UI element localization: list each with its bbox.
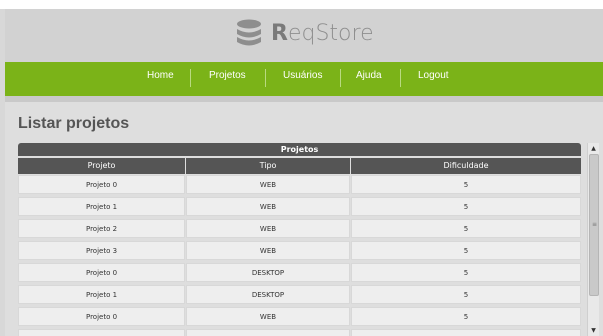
logo[interactable]: ReqStore xyxy=(233,17,374,49)
cell-tipo: WEB xyxy=(186,175,350,194)
table-row[interactable]: Projeto 1 WEB 5 xyxy=(18,197,581,216)
cell-projeto: Projeto 3 xyxy=(18,241,185,260)
cell-dificuldade: 5 xyxy=(351,175,581,194)
table-row[interactable]: Projeto 0 DESKTOP 5 xyxy=(18,263,581,282)
nav-separator xyxy=(340,69,341,87)
cell-dificuldade: 5 xyxy=(351,219,581,238)
nav-separator xyxy=(400,69,401,87)
cell-tipo: DESKTOP xyxy=(186,263,350,282)
cell-dificuldade: 5 xyxy=(351,197,581,216)
table-row[interactable]: Projeto 2 WEB 5 xyxy=(18,219,581,238)
main-content: Listar projetos Projetos Projeto Tipo Di… xyxy=(5,102,603,336)
cell-tipo: WEB xyxy=(186,219,350,238)
main-nav: Home Projetos Usuários Ajuda Logout xyxy=(5,62,603,97)
cell-tipo: WEB xyxy=(186,307,350,326)
nav-usuarios[interactable]: Usuários xyxy=(283,62,322,96)
table-row[interactable]: Projeto 0 WEB 5 xyxy=(18,175,581,194)
cell-projeto: Projeto 0 xyxy=(18,175,185,194)
cell-dificuldade: 5 xyxy=(351,263,581,282)
cell-dificuldade: 5 xyxy=(351,307,581,326)
column-header-dificuldade[interactable]: Dificuldade xyxy=(351,158,581,174)
nav-projetos[interactable]: Projetos xyxy=(209,62,246,96)
cell-tipo: DESKTOP xyxy=(186,285,350,304)
header: ReqStore xyxy=(5,9,603,62)
table-caption: Projetos xyxy=(18,143,581,156)
cell-tipo: WEB xyxy=(186,241,350,260)
cell-dificuldade: 5 xyxy=(351,285,581,304)
table-row[interactable]: Projeto 3 WEB 5 xyxy=(18,241,581,260)
cell-projeto: Projeto 0 xyxy=(18,307,185,326)
column-header-projeto[interactable]: Projeto xyxy=(18,158,185,174)
cell-dificuldade: 5 xyxy=(351,241,581,260)
cell-projeto xyxy=(18,329,185,336)
table-header-row: Projeto Tipo Dificuldade xyxy=(18,158,581,174)
logo-text: ReqStore xyxy=(271,21,374,46)
nav-separator xyxy=(190,69,191,87)
scrollbar-thumb[interactable]: ≡ xyxy=(589,154,599,296)
nav-home[interactable]: Home xyxy=(147,62,174,96)
projects-table: Projetos Projeto Tipo Dificuldade Projet… xyxy=(18,143,581,336)
table-row[interactable]: Projeto 1 DESKTOP 5 xyxy=(18,285,581,304)
scroll-down-icon[interactable]: ▼ xyxy=(588,325,599,336)
nav-ajuda[interactable]: Ajuda xyxy=(356,62,382,96)
logo-word: eqStore xyxy=(287,20,374,46)
cell-projeto: Projeto 2 xyxy=(18,219,185,238)
grip-icon: ≡ xyxy=(592,221,598,228)
cell-dificuldade xyxy=(351,329,581,336)
logo-letter: R xyxy=(271,20,288,46)
nav-logout[interactable]: Logout xyxy=(418,62,449,96)
table-row[interactable] xyxy=(18,329,581,336)
page-title: Listar projetos xyxy=(18,115,130,132)
database-icon xyxy=(237,19,261,46)
column-header-tipo[interactable]: Tipo xyxy=(186,158,350,174)
cell-tipo: WEB xyxy=(186,197,350,216)
nav-separator xyxy=(265,69,266,87)
top-band xyxy=(0,0,603,9)
cell-projeto: Projeto 1 xyxy=(18,197,185,216)
cell-projeto: Projeto 0 xyxy=(18,263,185,282)
table-row[interactable]: Projeto 0 WEB 5 xyxy=(18,307,581,326)
table-scrollbar[interactable]: ▲ ≡ ▼ xyxy=(587,143,599,336)
scroll-up-icon[interactable]: ▲ xyxy=(588,143,599,154)
cell-projeto: Projeto 1 xyxy=(18,285,185,304)
cell-tipo xyxy=(186,329,350,336)
